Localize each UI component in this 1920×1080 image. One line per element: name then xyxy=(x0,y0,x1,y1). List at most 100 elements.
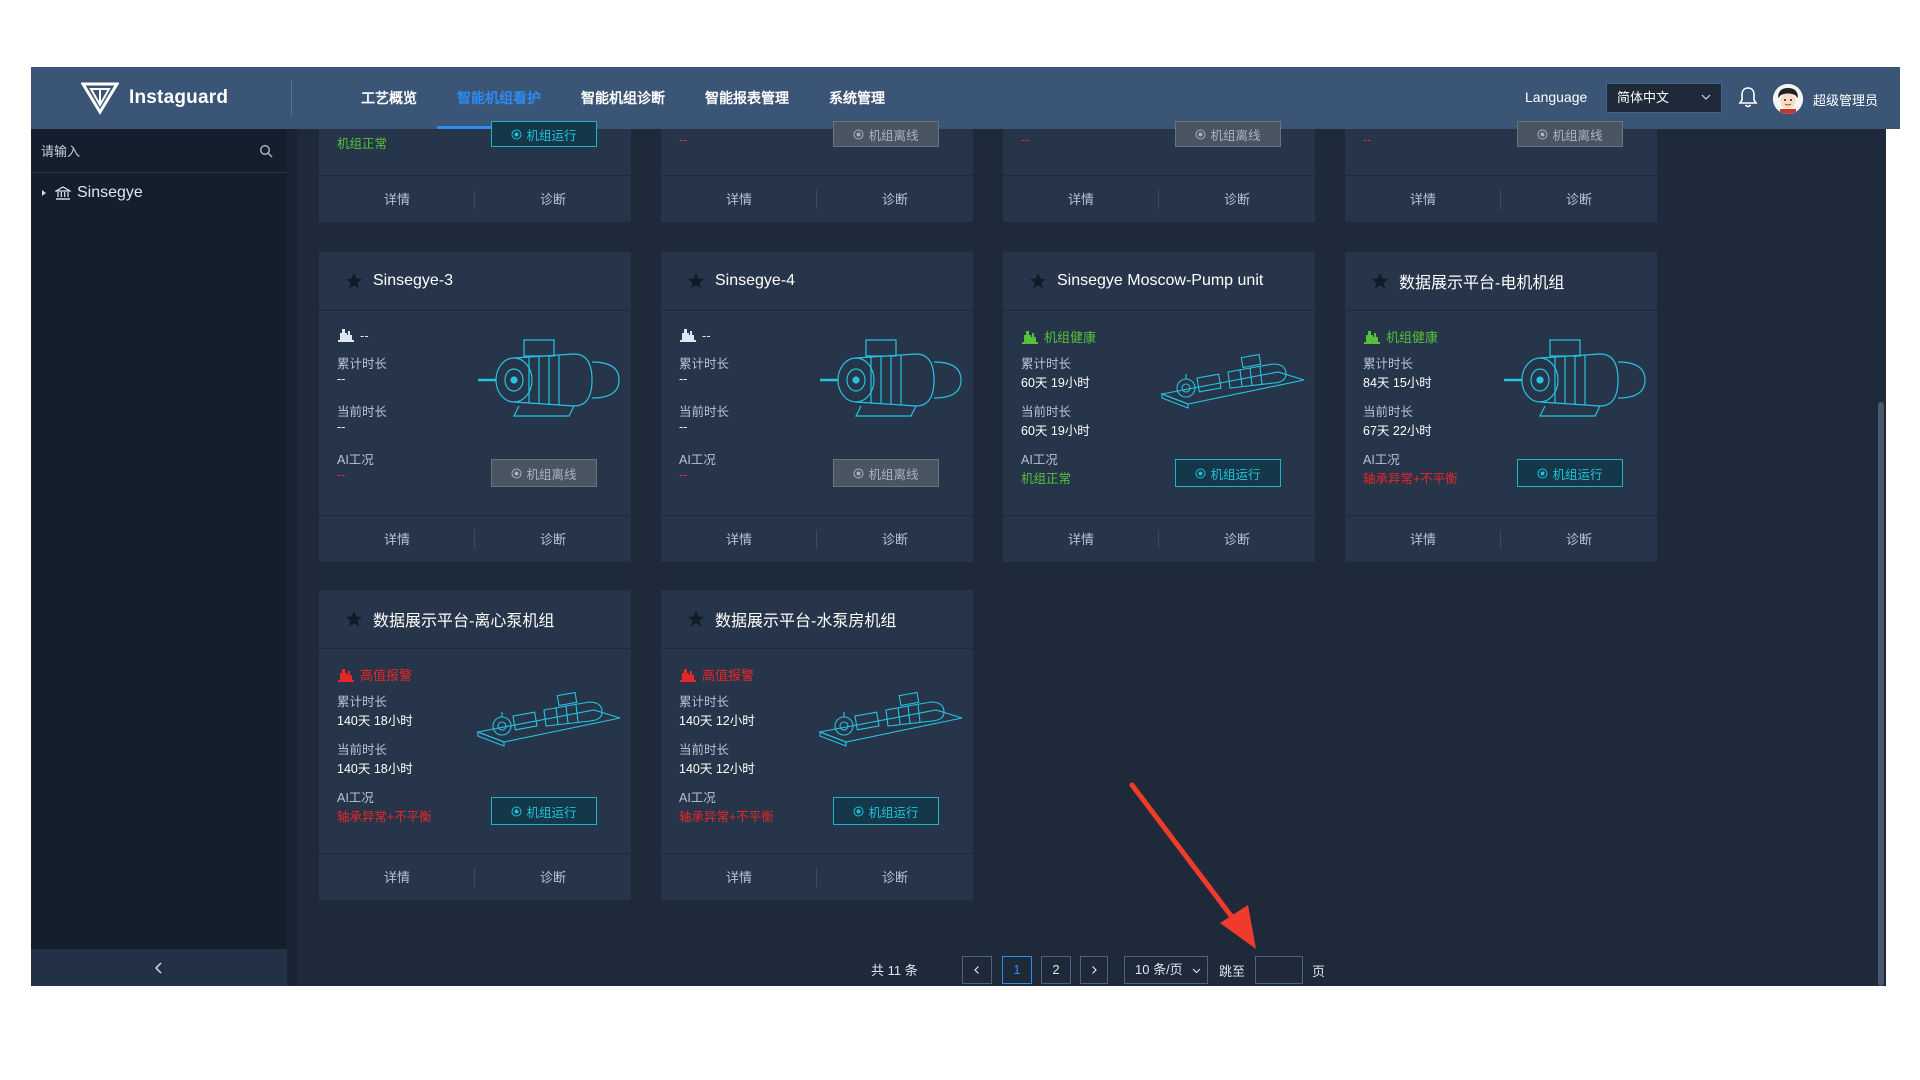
chevron-left-icon xyxy=(155,962,162,974)
unit-status-icon xyxy=(338,329,354,342)
detail-button[interactable]: 详情 xyxy=(1345,176,1501,223)
search-icon[interactable] xyxy=(259,144,273,158)
nav-tab-unit-diagnosis[interactable]: 智能机组诊断 xyxy=(561,67,685,129)
power-circle-icon xyxy=(853,468,864,478)
detail-button[interactable]: 详情 xyxy=(1003,516,1159,563)
star-icon[interactable] xyxy=(1029,272,1047,290)
current-time-value: 140天 12小时 xyxy=(679,762,755,776)
unit-name[interactable]: Sinsegye-3 xyxy=(373,272,453,290)
caret-right-icon[interactable] xyxy=(39,188,49,198)
detail-button[interactable]: 详情 xyxy=(1003,176,1159,223)
diagnose-button[interactable]: 诊断 xyxy=(1501,176,1657,223)
detail-button[interactable]: 详情 xyxy=(319,516,475,563)
brand-logo[interactable]: Instaguard xyxy=(81,81,228,115)
unit-state-button[interactable]: 机组离线 xyxy=(1175,121,1281,147)
diagnose-button[interactable]: 诊断 xyxy=(817,854,973,901)
unit-card: Sinsegye-4 -- 累计时长 -- 当前时长 -- AI工况 -- 机组离线 详情 诊断 xyxy=(661,252,973,562)
diagnose-button[interactable]: 诊断 xyxy=(1501,516,1657,563)
unit-health-label: -- xyxy=(360,327,369,343)
card-title-bar: Sinsegye-4 xyxy=(661,252,973,311)
unit-card-top-partial: -- 机组离线 详情 诊断 xyxy=(1345,121,1657,223)
ai-condition-value: -- xyxy=(1021,133,1030,147)
language-select[interactable]: 简体中文 xyxy=(1606,83,1722,113)
chevron-down-icon xyxy=(1701,94,1711,100)
unit-state-button[interactable]: 机组离线 xyxy=(833,121,939,147)
sidebar-collapse-button[interactable] xyxy=(31,949,287,986)
cumulative-time-value: -- xyxy=(337,372,346,386)
language-label: Language xyxy=(1525,89,1588,105)
star-icon[interactable] xyxy=(1371,272,1389,290)
cumulative-time-value: 140天 12小时 xyxy=(679,714,755,728)
current-time-label: 当前时长 xyxy=(1363,405,1414,419)
bell-icon[interactable] xyxy=(1737,85,1759,109)
detail-button[interactable]: 详情 xyxy=(319,176,475,223)
nav-tab-unit-care[interactable]: 智能机组看护 xyxy=(437,67,561,129)
tree-node-sinsegye[interactable]: Sinsegye xyxy=(39,181,143,205)
current-time-value: -- xyxy=(337,420,346,434)
card-actions: 详情 诊断 xyxy=(319,515,631,562)
motor-image xyxy=(478,339,620,417)
unit-name[interactable]: 数据展示平台-水泵房机组 xyxy=(715,607,896,631)
unit-card: Sinsegye-3 -- 累计时长 -- 当前时长 -- AI工况 -- 机组离线 详情 诊断 xyxy=(319,252,631,562)
pagination-prev-button[interactable] xyxy=(962,956,992,984)
star-icon[interactable] xyxy=(687,610,705,628)
ai-condition-value: 轴承异常+不平衡 xyxy=(337,810,432,824)
unit-name[interactable]: 数据展示平台-电机机组 xyxy=(1399,269,1564,293)
diagnose-button[interactable]: 诊断 xyxy=(475,854,631,901)
star-icon[interactable] xyxy=(687,272,705,290)
unit-state-button[interactable]: 机组运行 xyxy=(1175,459,1281,487)
unit-state-button[interactable]: 机组离线 xyxy=(491,459,597,487)
language-value: 简体中文 xyxy=(1617,90,1670,105)
motor-image xyxy=(820,339,962,417)
unit-name[interactable]: Sinsegye Moscow-Pump unit xyxy=(1057,272,1263,290)
star-icon[interactable] xyxy=(345,272,363,290)
ai-condition-label: AI工况 xyxy=(337,453,374,467)
card-actions: 详情 诊断 xyxy=(661,175,973,222)
detail-button[interactable]: 详情 xyxy=(661,516,817,563)
diagnose-button[interactable]: 诊断 xyxy=(817,516,973,563)
detail-button[interactable]: 详情 xyxy=(661,176,817,223)
detail-button[interactable]: 详情 xyxy=(1345,516,1501,563)
unit-name[interactable]: Sinsegye-4 xyxy=(715,272,795,290)
detail-button[interactable]: 详情 xyxy=(661,854,817,901)
diagnose-button[interactable]: 诊断 xyxy=(1159,176,1315,223)
detail-button[interactable]: 详情 xyxy=(319,854,475,901)
unit-state-button[interactable]: 机组运行 xyxy=(491,121,597,147)
card-actions: 详情 诊断 xyxy=(1003,175,1315,222)
pagination-next-button[interactable] xyxy=(1080,956,1108,984)
jump-page-input[interactable] xyxy=(1255,956,1303,984)
main-nav: 工艺概览 智能机组看护 智能机组诊断 智能报表管理 系统管理 xyxy=(341,67,905,129)
search-input[interactable] xyxy=(41,139,241,163)
vertical-scrollbar-thumb[interactable] xyxy=(1878,402,1884,986)
page-size-select[interactable]: 10 条/页 xyxy=(1124,956,1208,984)
unit-state-button[interactable]: 机组运行 xyxy=(1517,459,1623,487)
chevron-right-icon xyxy=(1092,966,1097,974)
unit-state-button[interactable]: 机组离线 xyxy=(833,459,939,487)
diagnose-button[interactable]: 诊断 xyxy=(817,176,973,223)
diagnose-button[interactable]: 诊断 xyxy=(475,176,631,223)
nav-tab-process-overview[interactable]: 工艺概览 xyxy=(341,67,437,129)
unit-health-status: 机组健康 xyxy=(1021,327,1096,346)
diagnose-button[interactable]: 诊断 xyxy=(475,516,631,563)
power-circle-icon xyxy=(1537,129,1548,139)
unit-card: 数据展示平台-电机机组 机组健康 累计时长 84天 15小时 当前时长 67天 22小时 A… xyxy=(1345,252,1657,562)
unit-state-button[interactable]: 机组离线 xyxy=(1517,121,1623,147)
nav-tab-system-management[interactable]: 系统管理 xyxy=(809,67,905,129)
unit-name[interactable]: 数据展示平台-离心泵机组 xyxy=(373,607,554,631)
avatar-face-icon xyxy=(1773,84,1803,114)
unit-state-button[interactable]: 机组运行 xyxy=(833,797,939,825)
card-title-bar: 数据展示平台-离心泵机组 xyxy=(319,590,631,649)
diagnose-button[interactable]: 诊断 xyxy=(1159,516,1315,563)
user-avatar[interactable] xyxy=(1773,84,1803,114)
user-name[interactable]: 超级管理员 xyxy=(1813,90,1878,109)
pagination-page-1[interactable]: 1 xyxy=(1002,956,1032,984)
ai-condition-value: -- xyxy=(337,468,346,482)
nav-tab-report-management[interactable]: 智能报表管理 xyxy=(685,67,809,129)
star-icon[interactable] xyxy=(345,610,363,628)
unit-state-button[interactable]: 机组运行 xyxy=(491,797,597,825)
unit-health-status: 高值报警 xyxy=(679,665,754,684)
pagination-page-2[interactable]: 2 xyxy=(1041,956,1071,984)
unit-status-icon xyxy=(680,668,696,682)
pump-unit-image xyxy=(1159,353,1305,409)
card-title-bar: Sinsegye Moscow-Pump unit xyxy=(1003,252,1315,311)
